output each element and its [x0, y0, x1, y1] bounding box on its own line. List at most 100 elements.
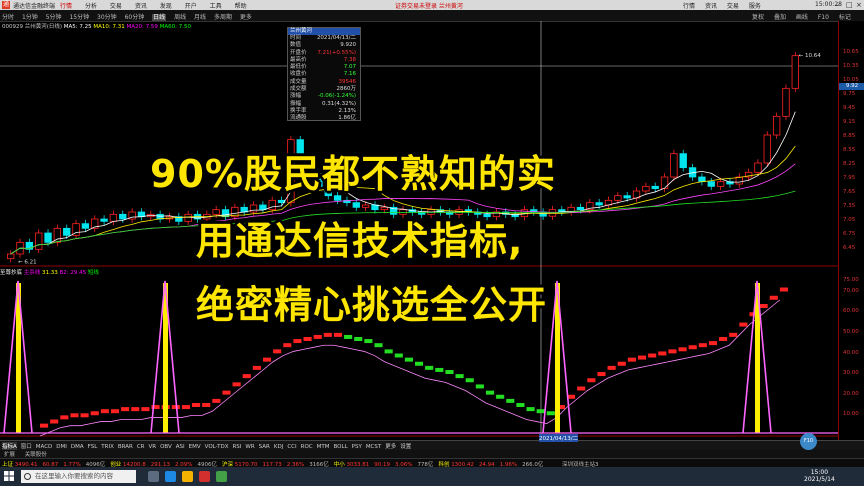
menu-item[interactable]: 交易 — [110, 3, 122, 10]
menu-item[interactable]: 发现 — [160, 3, 172, 10]
axis-tick: 10.35 — [843, 63, 859, 70]
right-menu: 行情 资讯 交易 服务 — [683, 1, 769, 10]
menu-item[interactable]: 工具 — [210, 3, 222, 10]
current-price-tag: 9.92 — [839, 83, 864, 91]
oscillator-bar — [516, 403, 525, 407]
info-row: 振幅 0.31(4.32%) — [288, 101, 360, 108]
menu-item[interactable]: 分析 — [85, 3, 97, 10]
candle-body — [100, 218, 108, 222]
period-tab[interactable]: 5分钟 — [46, 14, 62, 21]
candle-body — [7, 253, 15, 260]
info-value: 9.920 — [340, 42, 356, 49]
oscillator-bar — [131, 407, 140, 412]
tool-button[interactable]: 复权 — [752, 14, 764, 21]
candle-body — [698, 176, 706, 183]
close-icon[interactable]: × — [856, 1, 862, 9]
price-axis: 10.65 10.35 10.05 9.75 9.45 9.15 8.85 8.55 8.25 7… — [838, 21, 864, 441]
oscillator-bar — [577, 386, 586, 391]
oscillator-bar — [698, 343, 707, 348]
oscillator-bar — [445, 370, 454, 374]
oscillator-bar — [485, 390, 495, 395]
oscillator-bar — [496, 394, 505, 399]
info-row: 涨幅 -0.06(-1.24%) — [288, 93, 360, 100]
right-menu-item[interactable]: 服务 — [749, 3, 761, 10]
period-tab[interactable]: 60分钟 — [125, 14, 145, 21]
oscillator-bar — [617, 361, 626, 366]
period-tab[interactable]: 1分钟 — [22, 14, 38, 21]
oscillator-bar — [779, 287, 788, 292]
taskbar-search-input[interactable]: 在这里输入你要搜索的内容 — [21, 470, 136, 483]
taskbar-time: 15:00 — [810, 469, 829, 476]
right-menu-item[interactable]: 行情 — [683, 3, 695, 10]
tool-button[interactable]: 标记 — [839, 14, 851, 21]
oscillator-bar — [526, 407, 535, 412]
indicator-tab[interactable]: 设置 — [400, 442, 411, 450]
browser-icon[interactable] — [165, 471, 176, 482]
period-tab[interactable]: 月线 — [194, 14, 206, 21]
chart-tools: 复权 叠加 画线 F10 标记 — [752, 12, 859, 21]
indicator-label: 主杀线 — [23, 270, 41, 276]
extension-bar: 扩展 关联股份 — [0, 450, 864, 458]
maximize-icon[interactable]: □ — [846, 1, 853, 9]
candle-body — [81, 223, 90, 229]
axis-tick: 9.75 — [843, 91, 856, 98]
info-value: 7.21(+0.55%) — [317, 49, 356, 56]
info-row: 收盘价 7.16 — [288, 71, 360, 78]
right-menu-item[interactable]: 资讯 — [705, 3, 717, 10]
period-tab[interactable]: 30分钟 — [97, 14, 117, 21]
folder-icon[interactable] — [182, 471, 193, 482]
login-notice[interactable]: 证券交易未登录 兰州黄河 — [395, 1, 463, 10]
info-key: 振幅 — [290, 100, 302, 107]
period-tab[interactable]: 分时 — [2, 14, 14, 21]
sub-axis-tick: 60.00 — [843, 308, 859, 315]
right-menu-item[interactable]: 交易 — [727, 3, 739, 10]
oscillator-bar — [50, 419, 59, 424]
tool-button[interactable]: F10 — [818, 14, 829, 21]
minimize-icon[interactable]: – — [836, 1, 840, 9]
oscillator-bar — [708, 341, 718, 346]
sub-axis-tick: 75.00 — [843, 277, 859, 284]
indicator-tab[interactable]: 指标A — [2, 442, 17, 450]
indicator-name: 至尊抄底 — [0, 270, 23, 276]
oscillator-bar — [627, 357, 636, 362]
float-assistant-button[interactable]: F10 — [800, 433, 817, 450]
crosshair-date-tag: 2021/04/13/二 — [539, 434, 579, 442]
indicator-short: 短线 — [87, 270, 99, 276]
candle-body — [576, 206, 585, 211]
tdx-app-icon[interactable] — [199, 471, 210, 482]
period-tab[interactable]: 周线 — [174, 14, 186, 21]
tool-button[interactable]: 叠加 — [774, 14, 786, 21]
oscillator-bar — [394, 353, 403, 358]
info-row: 开盘价 7.21(+0.55%) — [288, 50, 360, 57]
info-key: 收盘价 — [290, 71, 307, 78]
menu-item[interactable]: 行情 — [60, 3, 72, 10]
oscillator-bar — [344, 334, 353, 339]
period-tab-active[interactable]: 日线 — [152, 14, 167, 21]
period-tab[interactable]: 更多 — [240, 14, 252, 21]
oscillator-bar — [668, 349, 677, 354]
menu-item[interactable]: 开户 — [185, 3, 197, 10]
period-tab[interactable]: 多周期 — [214, 14, 232, 21]
windows-start-icon[interactable] — [4, 471, 14, 481]
candle-body — [670, 153, 678, 178]
axis-tick: 8.85 — [843, 133, 856, 140]
sub-axis-tick: 20.00 — [843, 390, 859, 397]
axis-tick: 6.45 — [843, 245, 856, 252]
info-value: 7.07 — [343, 64, 356, 71]
menu-item[interactable]: 资讯 — [135, 3, 147, 10]
info-key: 最低价 — [290, 64, 307, 71]
oscillator-bar — [374, 343, 383, 348]
oscillator-bar — [425, 365, 434, 370]
period-tab[interactable]: 15分钟 — [69, 14, 89, 21]
oscillator-bar — [739, 322, 748, 327]
oscillator-bar — [678, 347, 687, 352]
title-bar: 通 通达信金融终端 行情 分析 交易 资讯 发现 开户 工具 帮助 证券交易未登… — [0, 0, 864, 10]
indicator-tab[interactable]: 窗口 — [21, 442, 32, 450]
axis-tick: 9.45 — [843, 105, 856, 112]
menu-item[interactable]: 帮助 — [235, 3, 247, 10]
indicator-tab[interactable]: 更多 — [385, 442, 396, 450]
oscillator-bar — [303, 337, 312, 341]
tool-button[interactable]: 画线 — [796, 14, 808, 21]
task-view-icon[interactable] — [148, 471, 159, 482]
wechat-icon[interactable] — [216, 471, 227, 482]
